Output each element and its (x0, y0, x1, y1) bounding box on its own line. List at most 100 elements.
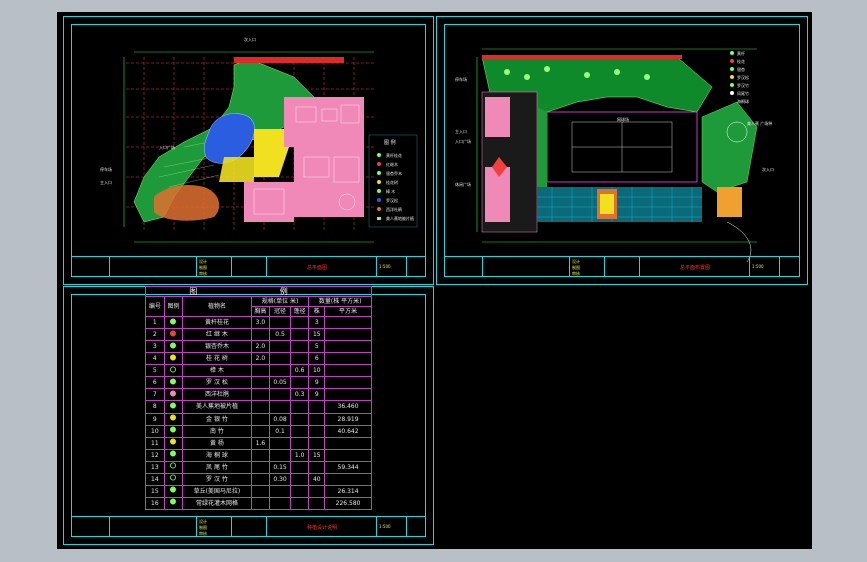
plant-symbol-cell (163, 460, 184, 474)
cell-a (250, 400, 271, 414)
header-area: 平方米 (324, 306, 372, 317)
sheet-scale: 1:500 (379, 264, 391, 269)
header-icon: 图例 (163, 296, 184, 317)
side-note: 入口广场 (455, 139, 471, 144)
cell-name: 南 竹 (182, 424, 252, 438)
title-block-field: 审核 (199, 271, 207, 276)
plant-symbol-icon (170, 498, 177, 505)
cell-name: 罗 汉 松 (182, 376, 252, 390)
sheet-site-plan: 图 例 黄杆桂花 红继木 银杏乔木 桂花树 樟 木 罗汉松 西洋杜鹃 美人蕉地被… (63, 16, 434, 285)
cell-d (308, 412, 326, 426)
sheet-title: 总平面图 (307, 265, 328, 271)
cell-b (269, 400, 291, 414)
plant-symbol-icon (170, 402, 177, 409)
cell-d: 15 (308, 448, 326, 462)
legend-table-title: 图 例 (145, 286, 372, 297)
table-row: 5 樟 木 0.6 10 (145, 364, 372, 378)
cell-name: 银杏乔木 (182, 340, 252, 354)
side-note: 停车场 (100, 167, 112, 172)
cell-name: 凤 尾 竹 (182, 460, 252, 474)
cell-a (250, 328, 271, 342)
cell-no: 9 (145, 412, 165, 426)
table-row: 9 金 银 竹 0.08 28.919 (145, 412, 372, 426)
cell-b: 0.15 (269, 460, 291, 474)
plant-symbol-icon (170, 354, 177, 361)
cell-no: 11 (145, 436, 165, 450)
site-plan-drawing (123, 51, 418, 243)
cell-a (250, 424, 271, 438)
title-block-field: 审核 (199, 531, 207, 536)
map-legend-item: 罗汉松 (386, 198, 398, 203)
cell-e: 28.919 (324, 412, 372, 426)
side-note: 网球场 (617, 117, 629, 122)
cell-e: 26.314 (324, 484, 372, 498)
map-legend-item: 樟 木 (386, 189, 396, 194)
plant-symbol-cell (163, 315, 184, 330)
cell-d: 3 (308, 315, 326, 330)
cell-e: 36.460 (324, 400, 372, 414)
cell-a (250, 460, 271, 474)
cell-c (289, 376, 310, 390)
cell-d (308, 424, 326, 438)
table-row: 14 罗 汉 竹 0.30 40 (145, 472, 372, 486)
layout-plan-drawing (476, 48, 758, 262)
plant-symbol-icon (170, 378, 177, 385)
map-legend-item: 黄杆桂花 (386, 153, 402, 158)
cell-a (250, 496, 271, 511)
plant-symbol-icon (170, 462, 177, 469)
plant-symbol-icon (170, 474, 177, 481)
sheet-scale: 1:500 (379, 524, 391, 529)
sheet-title: 总平面布置图 (680, 265, 711, 271)
cell-a (250, 376, 271, 390)
cell-b (269, 388, 291, 402)
cell-a: 3.0 (250, 315, 271, 330)
map-legend-item: 罗汉松 (737, 75, 749, 80)
legend-table-body: 1 黄杆桂花 3.0 3 2 红 继 木 0.5 15 3 银杏乔木 2.0 5 4 桂 花 树 2.0 6 5… (145, 315, 372, 511)
plant-symbol-icon (170, 450, 177, 457)
side-note: 入口广场 (159, 145, 175, 150)
cell-e (324, 364, 372, 378)
cell-name: 黄杆桂花 (182, 315, 252, 330)
cell-b (269, 364, 291, 378)
cell-no: 4 (145, 352, 165, 366)
cell-c (289, 424, 310, 438)
plant-symbol-cell (163, 400, 184, 414)
cell-c (289, 472, 310, 486)
cell-no: 12 (145, 448, 165, 462)
cell-name: 草丘(美国马尼拉) (182, 484, 252, 498)
table-row: 7 西洋杜鹃 0.3 9 (145, 388, 372, 402)
cell-c (289, 352, 310, 366)
plant-symbol-icon (170, 366, 177, 373)
cell-c (289, 315, 310, 330)
cell-e (324, 388, 372, 402)
table-row: 13 凤 尾 竹 0.15 59.344 (145, 460, 372, 474)
cell-b (269, 315, 291, 330)
map-legend-item: 海桐球 (737, 99, 749, 104)
plant-symbol-icon (170, 342, 177, 349)
cell-no: 8 (145, 400, 165, 414)
cell-name: 西洋杜鹃 (182, 388, 252, 402)
cell-no: 10 (145, 424, 165, 438)
plant-symbol-cell (163, 412, 184, 426)
plant-symbol-cell (163, 484, 184, 498)
cell-b (269, 496, 291, 511)
cell-no: 6 (145, 376, 165, 390)
cell-b (269, 436, 291, 450)
cell-e (324, 448, 372, 462)
map-legend-item: 黄杆 (737, 51, 745, 56)
plant-symbol-icon (170, 390, 177, 397)
cell-no: 7 (145, 388, 165, 402)
cell-c: 0.3 (289, 388, 310, 402)
cell-e: 226.580 (324, 496, 372, 511)
table-row: 8 美人蕉地被片植 36.460 (145, 400, 372, 414)
cell-e (324, 436, 372, 450)
cell-name: 红 继 木 (182, 328, 252, 342)
cell-d: 6 (308, 352, 326, 366)
cell-e (324, 376, 372, 390)
cell-b (269, 448, 291, 462)
cell-a (250, 484, 271, 498)
cell-no: 3 (145, 340, 165, 354)
cell-a (250, 472, 271, 486)
plant-symbol-cell (163, 328, 184, 342)
cell-name: 罗 汉 竹 (182, 472, 252, 486)
